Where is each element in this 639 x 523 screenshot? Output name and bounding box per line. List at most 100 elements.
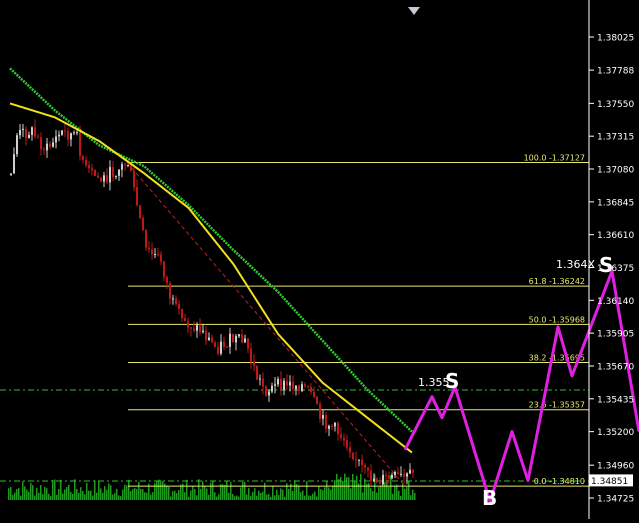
volume-bar: [64, 489, 66, 500]
volume-bar: [370, 488, 372, 500]
volume-bar: [310, 495, 312, 500]
volume-bar: [176, 493, 178, 500]
volume-bar: [198, 479, 200, 500]
volume-bar: [56, 494, 58, 500]
volume-bar: [8, 488, 10, 500]
volume-bar: [138, 481, 140, 500]
candle-body: [106, 175, 108, 183]
volume-bar: [380, 485, 382, 500]
volume-bar: [212, 480, 214, 500]
price-tick-label: 1.36375: [597, 264, 634, 274]
volume-bar: [412, 489, 414, 500]
volume-bar: [180, 484, 182, 500]
volume-bar: [130, 491, 132, 500]
volume-bar: [24, 486, 26, 500]
volume-bar: [162, 481, 164, 500]
volume-bar: [84, 494, 86, 500]
volume-bar: [338, 479, 340, 500]
volume-bar: [132, 489, 134, 500]
volume-bar: [330, 489, 332, 500]
volume-bar: [406, 487, 408, 500]
volume-bar: [392, 493, 394, 500]
candle-body: [397, 471, 399, 475]
trading-chart[interactable]: 100.0 -1.37127 61.8 -1.36242 50.0 -1.35968…: [0, 0, 639, 519]
candle-body: [361, 459, 363, 466]
volume-bar: [398, 490, 400, 500]
volume-bar: [328, 487, 330, 500]
volume-bar: [160, 480, 162, 500]
volume-bar: [228, 492, 230, 500]
volume-bar: [396, 484, 398, 500]
volume-bar: [216, 496, 218, 500]
volume-bar: [208, 494, 210, 500]
candle-body: [301, 384, 303, 391]
volume-bar: [136, 489, 138, 500]
volume-bar: [70, 491, 72, 500]
candle-body: [109, 167, 111, 183]
volume-bar: [202, 481, 204, 500]
candle-body: [40, 137, 42, 150]
volume-bar: [66, 487, 68, 500]
volume-bar: [250, 496, 252, 500]
volume-bar: [210, 482, 212, 500]
volume-bar: [324, 487, 326, 500]
candle-body: [259, 378, 261, 380]
candle-body: [34, 127, 36, 137]
volume-bar: [214, 492, 216, 500]
volume-bar: [158, 479, 160, 500]
volume-bar: [238, 496, 240, 500]
volume-bar: [356, 475, 358, 500]
volume-bar: [276, 489, 278, 500]
volume-bar: [34, 495, 36, 500]
candle-body: [292, 381, 294, 390]
candle-body: [85, 160, 87, 166]
candle-body: [358, 459, 360, 461]
volume-bar: [30, 482, 32, 500]
candle-body: [10, 173, 12, 175]
candle-body: [325, 415, 327, 429]
volume-bar: [294, 480, 296, 500]
candle-body: [382, 474, 384, 485]
candle-body: [349, 447, 351, 453]
candle-body: [364, 465, 366, 468]
volume-bar: [240, 487, 242, 500]
candle-body: [121, 164, 123, 170]
volume-bar: [102, 492, 104, 500]
volume-bar: [90, 490, 92, 500]
chart-svg[interactable]: 100.0 -1.37127 61.8 -1.36242 50.0 -1.35968…: [0, 0, 639, 519]
volume-bar: [364, 478, 366, 500]
volume-bar: [146, 492, 148, 500]
candle-body: [337, 422, 339, 435]
volume-bar: [74, 479, 76, 500]
volume-bar: [18, 487, 20, 500]
candle-body: [223, 341, 225, 347]
fib-level-label: 50.0 -1.35968: [529, 315, 585, 324]
candle-body: [265, 386, 267, 396]
candle-body: [379, 482, 381, 485]
candle-body: [199, 325, 201, 333]
candle-body: [58, 134, 60, 137]
volume-bar: [204, 486, 206, 500]
candle-body: [178, 303, 180, 310]
candle-body: [232, 333, 234, 343]
candle-body: [286, 380, 288, 386]
candle-body: [352, 452, 354, 460]
price-tick-label: 1.35905: [597, 330, 634, 340]
volume-bar: [394, 485, 396, 500]
candle-body: [136, 187, 138, 206]
volume-bar: [264, 482, 266, 500]
volume-bar: [234, 496, 236, 500]
candle-body: [262, 378, 264, 387]
volume-bar: [168, 487, 170, 500]
volume-bar: [86, 483, 88, 500]
volume-bar: [258, 490, 260, 500]
candle-body: [37, 136, 39, 138]
volume-bar: [254, 488, 256, 500]
volume-bar: [246, 494, 248, 500]
volume-bar: [304, 495, 306, 500]
candle-body: [79, 132, 81, 156]
candle-body: [289, 381, 291, 386]
volume-bar: [376, 492, 378, 500]
candle-body: [76, 132, 78, 134]
volume-bar: [94, 480, 96, 500]
